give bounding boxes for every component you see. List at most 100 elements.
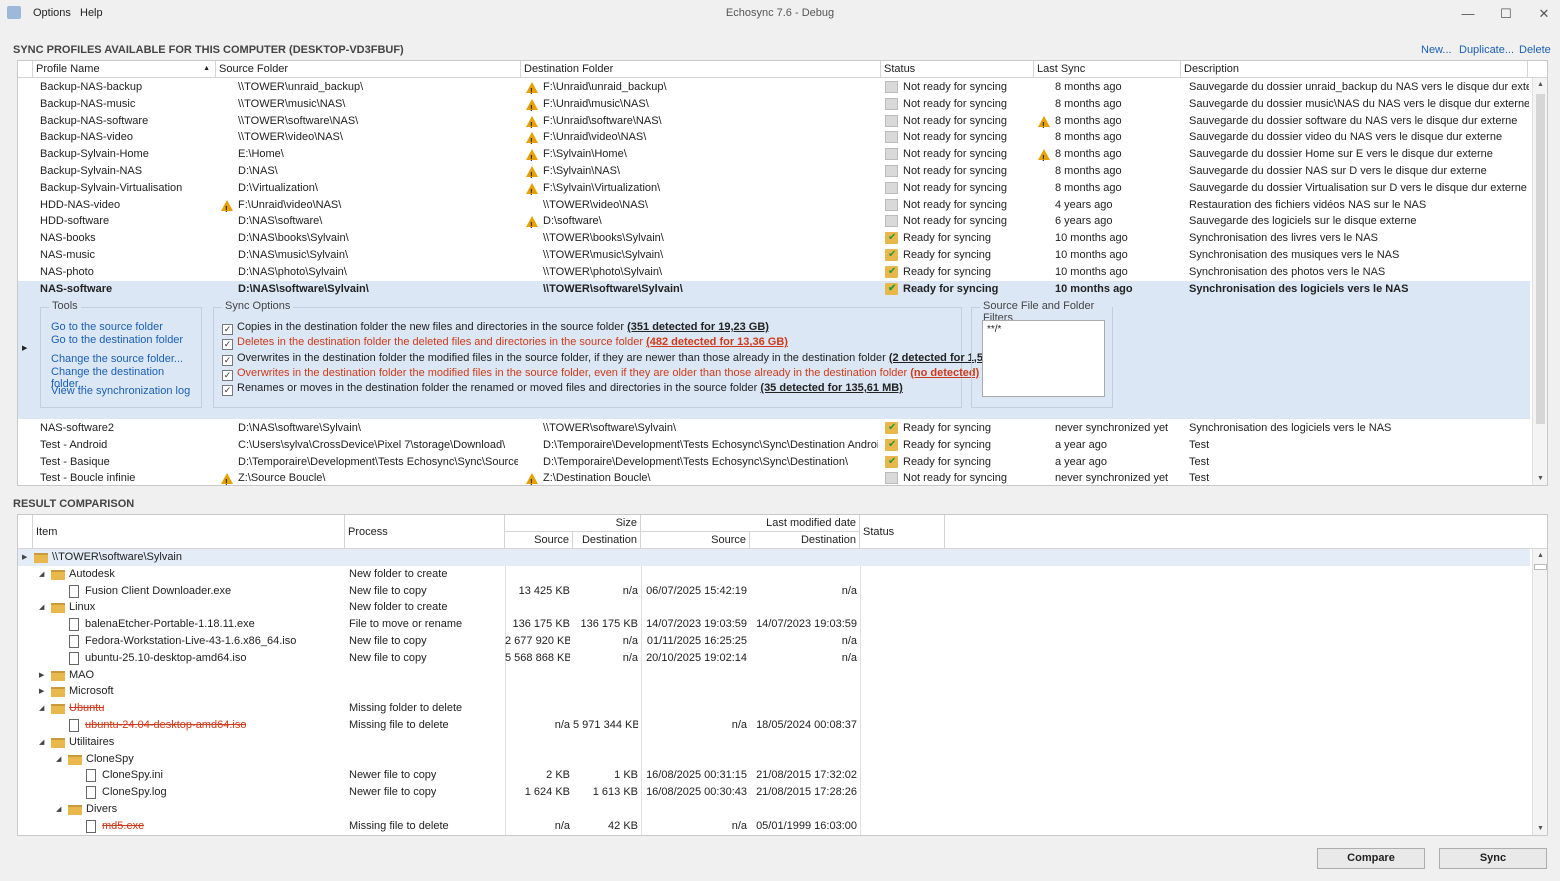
profile-row[interactable]: Backup-Sylvain-NASD:\NAS\F:\Sylvain\NAS\… (18, 163, 1530, 180)
profile-row[interactable]: NAS-booksD:\NAS\books\Sylvain\\\TOWER\bo… (18, 230, 1530, 247)
result-row[interactable]: CloneSpy.iniNewer file to copy2 KB1 KB16… (18, 767, 1530, 784)
source-folder: \\TOWER\music\NAS\ (238, 96, 518, 113)
maximize-button[interactable]: ☐ (1491, 4, 1521, 24)
expanded-arrow-icon[interactable]: ◢ (39, 566, 44, 583)
change-source-link[interactable]: Change the source folder... (51, 353, 183, 365)
result-row[interactable]: ubuntu-25.10-desktop-amd64.isoNew file t… (18, 650, 1530, 667)
scroll-down-icon[interactable]: ▼ (1533, 472, 1548, 486)
profile-row[interactable]: Test - BasiqueD:\Temporaire\Development\… (18, 454, 1530, 471)
col-date-source[interactable]: Source (641, 532, 750, 549)
profile-row[interactable]: HDD-NAS-videoF:\Unraid\video\NAS\\\TOWER… (18, 197, 1530, 214)
option-count-link[interactable]: (482 detected for 13,36 GB) (646, 336, 788, 348)
folder-icon (51, 570, 65, 580)
profile-name: Backup-Sylvain-Home (40, 146, 149, 163)
expanded-arrow-icon[interactable]: ◢ (56, 751, 61, 768)
result-row[interactable]: Fusion Client Downloader.exeNew file to … (18, 583, 1530, 600)
expanded-arrow-icon[interactable]: ◢ (39, 599, 44, 616)
process: Missing folder to delete (349, 700, 462, 717)
close-button[interactable]: ✕ (1529, 4, 1559, 24)
col-size-source[interactable]: Source (505, 532, 573, 549)
scrollbar-thumb[interactable] (1536, 94, 1545, 424)
col-date-destination[interactable]: Destination (750, 532, 860, 549)
sync-option[interactable]: ✓Overwrites in the destination folder th… (222, 367, 979, 381)
collapsed-arrow-icon[interactable]: ▶ (22, 549, 27, 566)
scrollbar-thumb[interactable] (1534, 564, 1547, 570)
result-row[interactable]: ◢Divers (18, 801, 1530, 818)
compare-button[interactable]: Compare (1317, 848, 1425, 869)
result-row[interactable]: ▶Microsoft (18, 683, 1530, 700)
result-row[interactable]: md5.exeMissing file to deleten/a42 KBn/a… (18, 818, 1530, 835)
not-ready-icon (885, 148, 898, 160)
size-source: 2 677 920 KB (505, 633, 570, 650)
result-row[interactable]: ◢UbuntuMissing folder to delete (18, 700, 1530, 717)
result-table-header: Item Process Size Last modified date Sou… (18, 515, 1548, 549)
profile-row[interactable]: Backup-NAS-software\\TOWER\software\NAS\… (18, 113, 1530, 130)
profiles-table: Profile Name▲ Source Folder Destination … (17, 60, 1548, 486)
result-row[interactable]: Fedora-Workstation-Live-43-1.6.x86_64.is… (18, 633, 1530, 650)
col-result-status[interactable]: Status (860, 515, 945, 549)
checkbox[interactable]: ✓ (222, 339, 233, 350)
profile-row[interactable]: Backup-NAS-video\\TOWER\video\NAS\F:\Unr… (18, 129, 1530, 146)
last-sync: never synchronized yet (1055, 420, 1168, 437)
result-row[interactable]: ◢Utilitaires (18, 734, 1530, 751)
profile-row[interactable]: Backup-NAS-music\\TOWER\music\NAS\F:\Unr… (18, 96, 1530, 113)
option-count-link[interactable]: (35 detected for 135,61 MB) (760, 382, 902, 394)
col-process[interactable]: Process (345, 515, 505, 549)
item-name: Fedora-Workstation-Live-43-1.6.x86_64.is… (85, 633, 296, 650)
result-row[interactable]: ◢LinuxNew folder to create (18, 599, 1530, 616)
sync-option[interactable]: ✓Copies in the destination folder the ne… (222, 321, 769, 335)
profile-row[interactable]: NAS-software2D:\NAS\software\Sylvain\\\T… (18, 420, 1530, 437)
size-source: 13 425 KB (505, 583, 570, 600)
checkbox[interactable]: ✓ (222, 370, 233, 381)
result-row[interactable]: ubuntu-24.04-desktop-amd64.isoMissing fi… (18, 717, 1530, 734)
result-row[interactable]: balenaEtcher-Portable-1.18.11.exeFile to… (18, 616, 1530, 633)
profile-row[interactable]: HDD-softwareD:\NAS\software\D:\software\… (18, 213, 1530, 230)
profile-row[interactable]: Test - Boucle infinieZ:\Source Boucle\Z:… (18, 470, 1530, 486)
minimize-button[interactable]: — (1453, 4, 1483, 24)
expanded-arrow-icon[interactable]: ◢ (56, 801, 61, 818)
checkbox[interactable]: ✓ (222, 324, 233, 335)
profile-row[interactable]: NAS-musicD:\NAS\music\Sylvain\\\TOWER\mu… (18, 247, 1530, 264)
result-scrollbar[interactable]: ▲ ▼ (1532, 549, 1548, 836)
go-to-source-link[interactable]: Go to the source folder (51, 321, 163, 333)
sync-option[interactable]: ✓Deletes in the destination folder the d… (222, 336, 788, 350)
delete-profile-link[interactable]: Delete (1519, 44, 1551, 56)
result-row[interactable]: ▶\\TOWER\software\Sylvain (18, 549, 1530, 566)
option-count-link[interactable]: (351 detected for 19,23 GB) (627, 321, 769, 333)
sync-option[interactable]: ✓Overwrites in the destination folder th… (222, 352, 1013, 366)
result-row[interactable]: ▶MAO (18, 667, 1530, 684)
col-size-destination[interactable]: Destination (573, 532, 641, 549)
sync-button[interactable]: Sync (1439, 848, 1547, 869)
scroll-up-icon[interactable]: ▲ (1533, 549, 1548, 563)
checkbox[interactable]: ✓ (222, 355, 233, 366)
profile-row[interactable]: NAS-photoD:\NAS\photo\Sylvain\\\TOWER\ph… (18, 264, 1530, 281)
duplicate-profile-link[interactable]: Duplicate... (1459, 44, 1514, 56)
result-row[interactable]: CloneSpy.logNewer file to copy1 624 KB1 … (18, 784, 1530, 801)
scroll-up-icon[interactable]: ▲ (1533, 78, 1548, 92)
scroll-down-icon[interactable]: ▼ (1533, 822, 1548, 836)
profile-row[interactable]: Backup-Sylvain-HomeE:\Home\F:\Sylvain\Ho… (18, 146, 1530, 163)
profile-row[interactable]: Test - AndroidC:\Users\sylva\CrossDevice… (18, 437, 1530, 454)
description: Synchronisation des livres vers le NAS (1189, 230, 1529, 247)
expanded-arrow-icon[interactable]: ◢ (39, 734, 44, 751)
result-row[interactable]: ◢AutodeskNew folder to create (18, 566, 1530, 583)
sync-option[interactable]: ✓Renames or moves in the destination fol… (222, 382, 903, 396)
profiles-scrollbar[interactable]: ▲ ▼ (1532, 78, 1548, 486)
result-row[interactable]: ◢CloneSpy (18, 751, 1530, 768)
last-sync: 8 months ago (1055, 180, 1122, 197)
view-sync-log-link[interactable]: View the synchronization log (51, 385, 190, 397)
col-item[interactable]: Item (33, 515, 345, 549)
profile-row[interactable]: Backup-Sylvain-VirtualisationD:\Virtuali… (18, 180, 1530, 197)
profile-details-panel: ▶ Tools Go to the source folder Go to th… (18, 296, 1530, 419)
option-count-link[interactable]: (no detected) (910, 367, 979, 379)
folder-icon (68, 755, 82, 765)
collapsed-arrow-icon[interactable]: ▶ (39, 683, 44, 700)
filters-textarea[interactable]: **/* (982, 320, 1105, 397)
expanded-arrow-icon[interactable]: ◢ (39, 700, 44, 717)
new-profile-link[interactable]: New... (1421, 44, 1452, 56)
go-to-destination-link[interactable]: Go to the destination folder (51, 334, 183, 346)
collapsed-arrow-icon[interactable]: ▶ (39, 667, 44, 684)
description: Synchronisation des photos vers le NAS (1189, 264, 1529, 281)
profile-row[interactable]: Backup-NAS-backup\\TOWER\unraid_backup\F… (18, 79, 1530, 96)
checkbox[interactable]: ✓ (222, 385, 233, 396)
